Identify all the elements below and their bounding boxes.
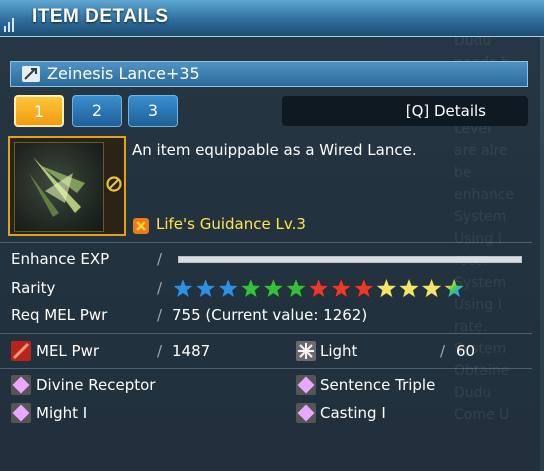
req-mel-pwr-label: Req MEL Pwr	[11, 306, 108, 324]
divider-slash: /	[157, 306, 163, 324]
req-mel-pwr-value: 755 (Current value: 1262)	[172, 306, 368, 324]
item-name-bar: Zeinesis Lance+35	[10, 61, 528, 87]
special-ability-icon	[133, 218, 149, 234]
item-details-window: ITEM DETAILS Zeinesis Lance+35 1 2 3 [Q]…	[0, 0, 544, 471]
divider-slash: /	[157, 250, 163, 268]
tab-2[interactable]: 2	[72, 95, 122, 127]
element-value: 60	[456, 342, 476, 360]
title-bar[interactable]: ITEM DETAILS	[0, 0, 544, 37]
enhance-exp-bar	[178, 256, 522, 263]
unavailable-icon	[106, 176, 122, 192]
item-image	[14, 142, 104, 232]
affix-slot-1: Divine Receptor	[36, 376, 156, 394]
divider-slash: /	[440, 342, 446, 360]
affix-icon	[11, 403, 31, 423]
affix-slot-3: Might I	[36, 404, 88, 422]
mel-pwr-value: 1487	[172, 342, 211, 360]
rarity-star	[194, 277, 217, 299]
divider	[0, 242, 532, 243]
divider-slash: /	[157, 342, 163, 360]
lance-icon	[29, 157, 85, 217]
divider-slash: /	[157, 279, 163, 297]
item-name: Zeinesis Lance+35	[47, 64, 200, 83]
tab-3[interactable]: 3	[128, 95, 178, 127]
rarity-star	[217, 277, 240, 299]
item-icon-frame	[8, 136, 126, 236]
signal-bars-icon	[4, 12, 18, 32]
rarity-star	[420, 277, 443, 299]
rarity-star	[330, 277, 353, 299]
window-title: ITEM DETAILS	[32, 6, 169, 27]
special-ability-label: Life's Guidance Lv.3	[156, 215, 306, 233]
divider	[0, 333, 532, 334]
special-ability: Life's Guidance Lv.3	[132, 215, 306, 234]
rarity-star	[375, 277, 398, 299]
sword-icon	[11, 341, 31, 361]
affix-slot-2: Sentence Triple	[320, 376, 436, 394]
rarity-star	[398, 277, 420, 299]
enhance-exp-fill	[179, 257, 521, 262]
mel-pwr-label: MEL Pwr	[36, 342, 100, 360]
element-label: Light	[320, 342, 358, 360]
rarity-star	[285, 277, 307, 299]
rarity-star	[262, 277, 285, 299]
rarity-star	[172, 277, 194, 299]
rarity-star	[307, 277, 330, 299]
rarity-star	[239, 277, 262, 299]
affix-icon	[11, 375, 31, 395]
affix-icon	[296, 375, 316, 395]
details-button-label: [Q] Details	[405, 102, 486, 120]
details-button[interactable]: [Q] Details	[282, 96, 528, 126]
affix-slot-4: Casting I	[320, 404, 386, 422]
tab-1[interactable]: 1	[14, 95, 64, 127]
rarity-star	[352, 277, 375, 299]
rarity-stars	[172, 277, 472, 301]
enhance-exp-label: Enhance EXP	[11, 250, 110, 268]
affix-icon	[296, 403, 316, 423]
lance-category-icon	[22, 66, 40, 82]
divider	[0, 368, 532, 369]
item-description: An item equippable as a Wired Lance.	[132, 141, 417, 159]
rarity-label: Rarity	[11, 279, 56, 297]
rarity-star	[443, 277, 466, 299]
light-element-icon	[296, 341, 316, 361]
